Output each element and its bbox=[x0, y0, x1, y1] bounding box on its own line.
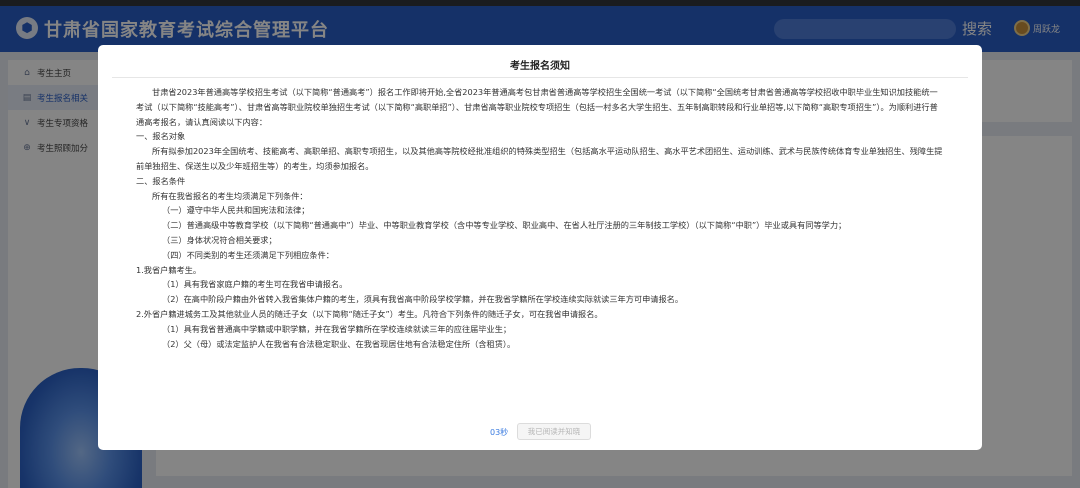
condition-item: （2）父（母）或法定监护人在我省有合法稳定职业、在我省现居住地有合法稳定住所（含… bbox=[162, 338, 516, 349]
registration-notice-dialog: 考生报名须知 甘肃省2023年普通高等学校招生考试（以下简称“普通高考”）报名工… bbox=[98, 45, 982, 450]
section-heading: 二、报名条件 bbox=[136, 175, 186, 186]
subsection-heading: 1.我省户籍考生。 bbox=[136, 264, 202, 275]
condition-item: （二）普通高级中等教育学校（以下简称“普通高中”）毕业、中等职业教育学校（含中等… bbox=[162, 220, 847, 231]
dialog-footer: 03秒 我已阅读并知晓 bbox=[98, 423, 982, 443]
condition-item: （1）具有我省家庭户籍的考生可在我省申请报名。 bbox=[162, 279, 348, 290]
dialog-divider bbox=[112, 77, 968, 78]
body-paragraph: 所有在我省报名的考生均须满足下列条件： bbox=[152, 190, 308, 201]
condition-item: （1）具有我省普通高中学籍或中职学籍，并在我省学籍所在学校连续就读三年的应往届毕… bbox=[162, 323, 512, 334]
condition-item: （一）遵守中华人民共和国宪法和法律； bbox=[162, 205, 310, 216]
confirm-read-button[interactable]: 我已阅读并知晓 bbox=[517, 423, 591, 440]
dialog-body: 甘肃省2023年普通高等学校招生考试（以下简称“普通高考”）报名工作即将开始,全… bbox=[136, 85, 944, 351]
condition-item: （三）身体状况符合相关要求； bbox=[162, 234, 277, 245]
dialog-title: 考生报名须知 bbox=[510, 61, 570, 72]
section-heading: 一、报名对象 bbox=[136, 131, 186, 142]
condition-item: （四）不同类别的考生还须满足下列相应条件： bbox=[162, 249, 334, 260]
intro-paragraph: 甘肃省2023年普通高等学校招生考试（以下简称“普通高考”）报名工作即将开始,全… bbox=[136, 87, 938, 127]
subsection-heading: 2.外省户籍进城务工及其他就业人员的随迁子女（以下简称“随迁子女”）考生。凡符合… bbox=[136, 308, 603, 319]
countdown-timer: 03秒 bbox=[490, 428, 509, 437]
body-paragraph: 所有拟参加2023年全国统考、技能高考、高职单招、高职专项招生，以及其他高等院校… bbox=[136, 146, 943, 171]
condition-item: （2）在高中阶段户籍由外省转入我省集体户籍的考生，须具有我省高中阶段学校学籍，并… bbox=[162, 294, 684, 305]
